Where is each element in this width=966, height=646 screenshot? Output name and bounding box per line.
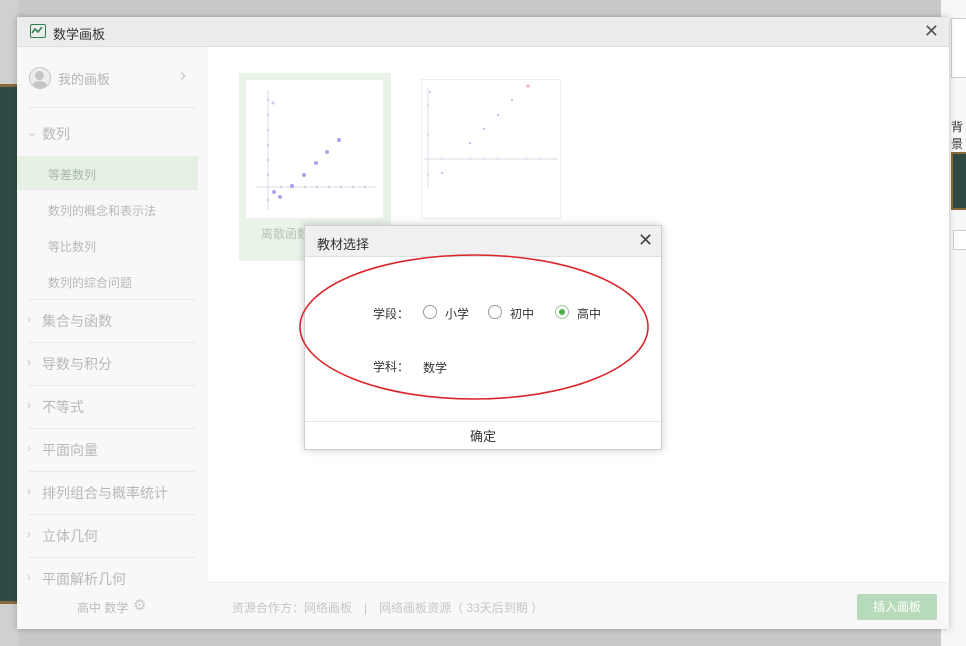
- stage-label: 学段：: [373, 307, 410, 321]
- confirm-button[interactable]: 确定: [305, 422, 661, 451]
- category-label: 导数与积分: [42, 356, 112, 372]
- option-junior-label[interactable]: 初中: [510, 305, 534, 322]
- category-label: 排列组合与概率统计: [42, 485, 168, 501]
- category-label: 数列: [42, 126, 70, 142]
- thumbnail-preview: [246, 80, 383, 218]
- sidebar-category-calculus[interactable]: › 导数与积分: [17, 343, 208, 385]
- dialog-footer: 确定: [305, 421, 661, 450]
- sub-item-label: 等比数列: [48, 240, 97, 254]
- sidebar-footer: 高中 数学 ⚙: [17, 593, 208, 619]
- option-senior-label[interactable]: 高中: [577, 305, 601, 322]
- chevron-right-icon: ›: [27, 527, 31, 541]
- app-logo-icon: [30, 24, 46, 38]
- chevron-right-icon: ›: [27, 484, 31, 498]
- my-board-link[interactable]: 我的画板 ›: [17, 47, 208, 107]
- background-card: [951, 18, 966, 78]
- gear-icon[interactable]: ⚙: [133, 596, 146, 614]
- sidebar-category-solid-geometry[interactable]: › 立体几何: [17, 515, 208, 557]
- sidebar: 我的画板 › ⌄ 数列 等差数列 数列的概念和表示法 等比数列 数列的综合问题 …: [17, 47, 208, 629]
- background-checkbox: [953, 230, 966, 250]
- sub-item-label: 等差数列: [48, 168, 97, 182]
- category-label: 平面解析几何: [42, 571, 126, 587]
- sidebar-item-arithmetic-sequence[interactable]: 等差数列: [17, 156, 198, 190]
- chevron-right-icon: ›: [180, 65, 186, 85]
- category-label: 立体几何: [42, 528, 98, 544]
- sidebar-category-probability[interactable]: › 排列组合与概率统计: [17, 472, 208, 514]
- chevron-right-icon: ›: [27, 355, 31, 369]
- dialog-header: 教材选择 ✕: [305, 226, 661, 257]
- board-thumbnail[interactable]: [421, 79, 561, 219]
- sidebar-category-inequalities[interactable]: › 不等式: [17, 386, 208, 428]
- subject-label: 学科：: [373, 360, 410, 374]
- close-icon[interactable]: ✕: [638, 230, 653, 251]
- sidebar-item-geometric-sequence[interactable]: 等比数列: [17, 228, 198, 262]
- radio-primary[interactable]: [423, 305, 437, 319]
- radio-junior[interactable]: [488, 305, 502, 319]
- radio-senior[interactable]: [555, 305, 569, 319]
- textbook-select-dialog: 教材选择 ✕ 学段： 小学 初中 高中 学科： 数学 确定: [304, 225, 662, 450]
- option-primary-label[interactable]: 小学: [445, 305, 469, 322]
- titlebar: 数学画板 ✕: [17, 17, 949, 47]
- dialog-title: 教材选择: [317, 237, 370, 252]
- background-side-label: 背景: [951, 120, 964, 151]
- chevron-down-icon: ⌄: [27, 125, 38, 139]
- sidebar-category-sequences[interactable]: ⌄ 数列: [17, 113, 208, 155]
- sidebar-item-sequence-concept[interactable]: 数列的概念和表示法: [17, 192, 198, 226]
- resource-footer: 资源合作方：网络画板 | 网络画板资源（ 33天后到期 ） 插入画板: [208, 582, 949, 629]
- background-thumbnail: [951, 152, 966, 210]
- chalkboard-left: [0, 84, 18, 604]
- category-label: 平面向量: [42, 442, 98, 458]
- close-icon[interactable]: ✕: [924, 21, 939, 41]
- my-board-label: 我的画板: [58, 72, 111, 87]
- chevron-right-icon: ›: [27, 398, 31, 412]
- resource-info: 资源合作方：网络画板 | 网络画板资源（ 33天后到期 ）: [232, 601, 544, 615]
- divider: [29, 107, 195, 108]
- window-title: 数学画板: [53, 27, 106, 42]
- sub-item-label: 数列的概念和表示法: [48, 204, 157, 218]
- sidebar-category-sets-functions[interactable]: › 集合与函数: [17, 300, 208, 342]
- chevron-right-icon: ›: [27, 441, 31, 455]
- sidebar-category-vectors[interactable]: › 平面向量: [17, 429, 208, 471]
- category-label: 集合与函数: [42, 313, 112, 329]
- avatar-icon: [29, 67, 51, 89]
- sidebar-item-sequence-problems[interactable]: 数列的综合问题: [17, 264, 198, 298]
- stage-subject-text: 高中 数学: [77, 601, 129, 615]
- category-label: 不等式: [42, 399, 84, 415]
- thumbnail-caption: 离散函数: [261, 227, 310, 241]
- sub-item-label: 数列的综合问题: [48, 276, 133, 290]
- chevron-right-icon: ›: [27, 570, 31, 584]
- chevron-right-icon: ›: [27, 312, 31, 326]
- subject-value: 数学: [423, 361, 448, 375]
- insert-board-button[interactable]: 插入画板: [857, 594, 937, 620]
